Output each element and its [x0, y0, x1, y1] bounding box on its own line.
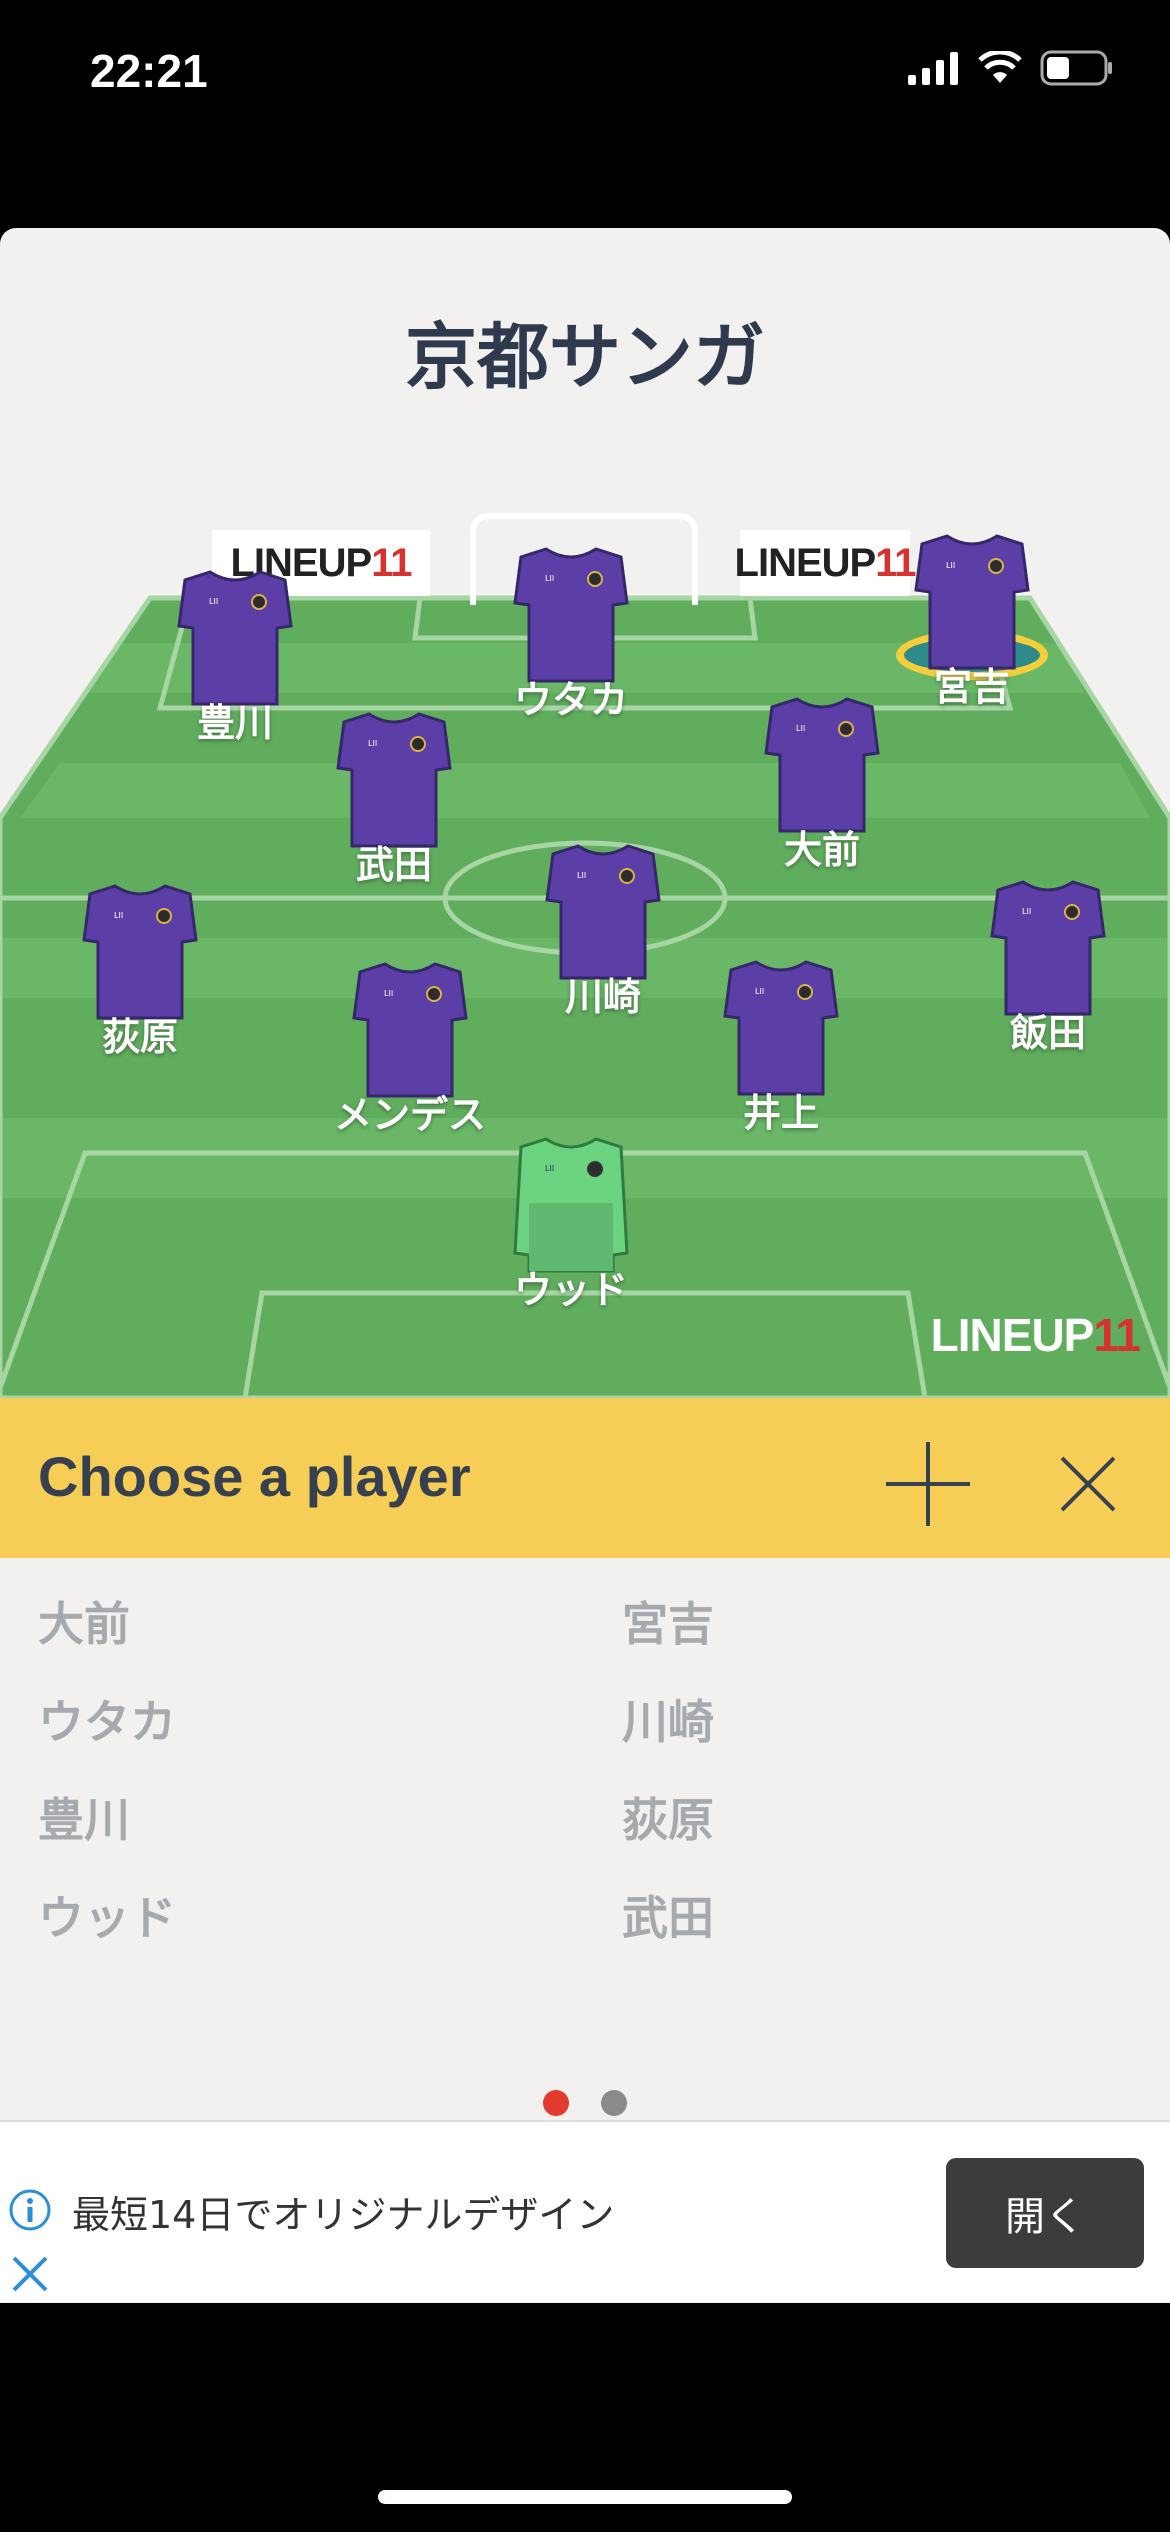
page-indicator[interactable]	[0, 2090, 1170, 2116]
svg-text:LII: LII	[796, 724, 805, 733]
svg-text:LII: LII	[368, 739, 377, 748]
player-name: メンデス	[333, 1093, 486, 1137]
pitch-logo-number: 11	[1093, 1309, 1141, 1361]
ad-text: 最短14日でオリジナルデザイン	[72, 2193, 615, 2237]
svg-text:LII: LII	[545, 574, 554, 583]
ad-board-text: LINEUP	[734, 540, 877, 585]
svg-text:LII: LII	[946, 561, 955, 570]
player-iida[interactable]: LII 飯田	[948, 876, 1148, 1057]
player-name: ウッド	[513, 1268, 628, 1312]
jersey-icon: LII	[764, 697, 880, 833]
list-item[interactable]: 大前	[38, 1588, 130, 1654]
ad-open-button[interactable]: 開く	[946, 2158, 1144, 2268]
list-item[interactable]: 豊川	[38, 1784, 130, 1850]
chooser-bar: Choose a player	[0, 1398, 1170, 1558]
battery-icon	[1040, 50, 1112, 86]
plus-icon[interactable]	[880, 1436, 976, 1532]
jersey-icon: LII	[352, 962, 468, 1098]
jersey-icon: LII	[336, 712, 452, 848]
jersey-icon: LII	[545, 844, 661, 980]
jersey-icon: LII	[177, 570, 293, 706]
status-time: 22:21	[90, 45, 208, 97]
goalkeeper-jersey-icon: LII	[513, 1137, 629, 1273]
jersey-icon: LII	[990, 880, 1106, 1016]
jersey-icon: LII	[513, 547, 629, 683]
status-bar: 22:21	[0, 0, 1170, 150]
jersey-icon: LII	[82, 884, 198, 1020]
ad-board-number: 11	[371, 540, 412, 585]
pitch-logo-text: LINEUP	[930, 1309, 1095, 1361]
svg-text:LII: LII	[209, 597, 218, 606]
player-kawasaki[interactable]: LII 川崎	[503, 840, 703, 1021]
close-icon[interactable]	[1040, 1436, 1136, 1532]
player-takeda[interactable]: LII 武田	[294, 708, 494, 889]
list-item[interactable]: ウッド	[38, 1882, 176, 1948]
player-name: 大前	[783, 828, 860, 872]
player-name: 武田	[355, 843, 432, 887]
player-ogihara[interactable]: LII 荻原	[40, 880, 240, 1061]
player-wood[interactable]: LII ウッド	[471, 1133, 671, 1314]
team-title: 京都サンガ	[404, 315, 765, 399]
player-name: 川崎	[564, 975, 641, 1019]
player-miyayoshi[interactable]: LII 宮吉	[872, 530, 1072, 711]
home-indicator[interactable]	[378, 2490, 792, 2504]
jersey-icon: LII	[914, 534, 1030, 670]
signal-icon	[908, 52, 958, 85]
svg-text:LII: LII	[384, 989, 393, 998]
jersey-icon: LII	[723, 960, 839, 1096]
info-icon[interactable]	[8, 2188, 52, 2232]
svg-text:LII: LII	[577, 871, 586, 880]
player-name: 井上	[742, 1091, 819, 1135]
svg-text:LII: LII	[545, 1164, 554, 1173]
ad-banner[interactable]: 最短14日でオリジナルデザイン 開く	[0, 2120, 1170, 2302]
player-name: 荻原	[101, 1015, 178, 1059]
list-item[interactable]: 宮吉	[622, 1588, 714, 1654]
player-mendes[interactable]: LII メンデス	[310, 958, 510, 1139]
list-item[interactable]: 荻原	[622, 1784, 714, 1850]
wifi-icon	[978, 51, 1022, 83]
close-icon[interactable]	[8, 2252, 52, 2296]
lineup-sheet: 京都サンガ LINEUP 11 LINEUP 11 LINEUP11 LII 豊川 …	[0, 228, 1170, 2303]
page-dot[interactable]	[601, 2090, 627, 2116]
status-icons	[908, 50, 1114, 86]
page-dot-active[interactable]	[543, 2090, 569, 2116]
list-item[interactable]: 川崎	[622, 1686, 714, 1752]
svg-text:LII: LII	[114, 911, 123, 920]
pitch-logo: LINEUP11	[930, 1308, 1141, 1362]
list-item[interactable]: 武田	[622, 1882, 714, 1948]
list-item[interactable]: ウタカ	[38, 1686, 176, 1752]
player-omae[interactable]: LII 大前	[722, 693, 922, 874]
player-name: 飯田	[1009, 1011, 1086, 1055]
svg-text:LII: LII	[1022, 907, 1031, 916]
player-name: ウタカ	[513, 678, 628, 722]
chooser-title: Choose a player	[38, 1445, 471, 1508]
svg-text:LII: LII	[755, 987, 764, 996]
player-inoue[interactable]: LII 井上	[681, 956, 881, 1137]
player-utaka[interactable]: LII ウタカ	[471, 543, 671, 724]
